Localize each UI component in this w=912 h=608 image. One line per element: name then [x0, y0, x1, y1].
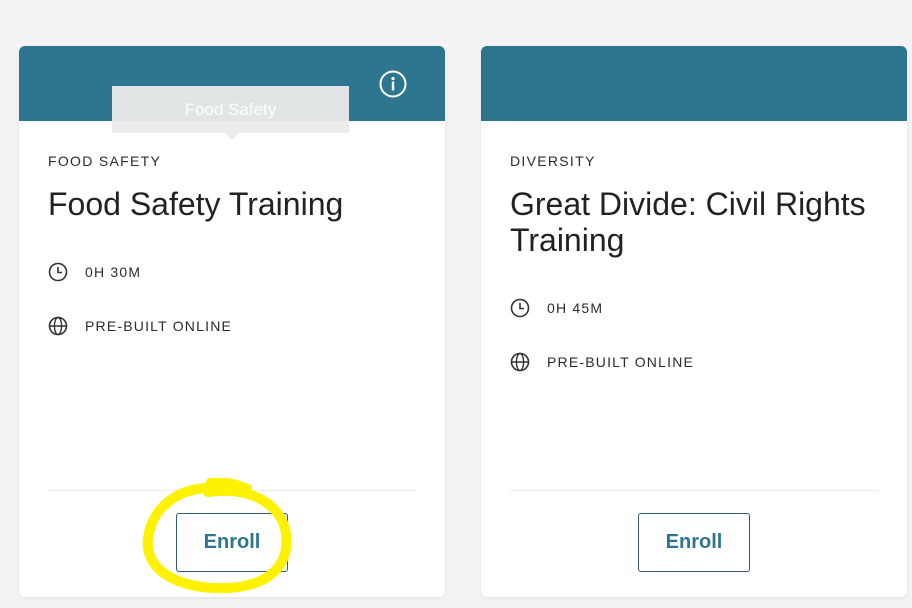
globe-icon — [48, 316, 68, 336]
enroll-button[interactable]: Enroll — [638, 513, 750, 572]
duration-text: 0H 45M — [547, 300, 604, 316]
course-title: Great Divide: Civil Rights Training — [510, 186, 866, 258]
duration-text: 0H 30M — [85, 264, 142, 280]
course-card-food-safety: Food Safety FOOD SAFETY Food Safety Trai… — [19, 46, 445, 597]
globe-icon — [510, 352, 530, 372]
card-divider — [48, 490, 416, 491]
format-row: PRE-BUILT ONLINE — [510, 352, 694, 372]
duration-row: 0H 45M — [510, 298, 603, 318]
course-card-civil-rights: DIVERSITY Great Divide: Civil Rights Tra… — [481, 46, 907, 597]
info-icon — [379, 70, 407, 98]
duration-row: 0H 30M — [48, 262, 141, 282]
category-tooltip: Food Safety — [112, 86, 349, 140]
course-category: FOOD SAFETY — [48, 153, 162, 169]
format-text: PRE-BUILT ONLINE — [85, 318, 233, 334]
course-title: Food Safety Training — [48, 186, 344, 222]
enroll-button[interactable]: Enroll — [176, 513, 288, 572]
format-row: PRE-BUILT ONLINE — [48, 316, 232, 336]
clock-icon — [510, 298, 530, 318]
format-text: PRE-BUILT ONLINE — [547, 354, 695, 370]
card-divider — [510, 490, 878, 491]
info-button[interactable] — [379, 70, 407, 98]
clock-icon — [48, 262, 68, 282]
card-header — [481, 46, 907, 121]
course-category: DIVERSITY — [510, 153, 596, 169]
